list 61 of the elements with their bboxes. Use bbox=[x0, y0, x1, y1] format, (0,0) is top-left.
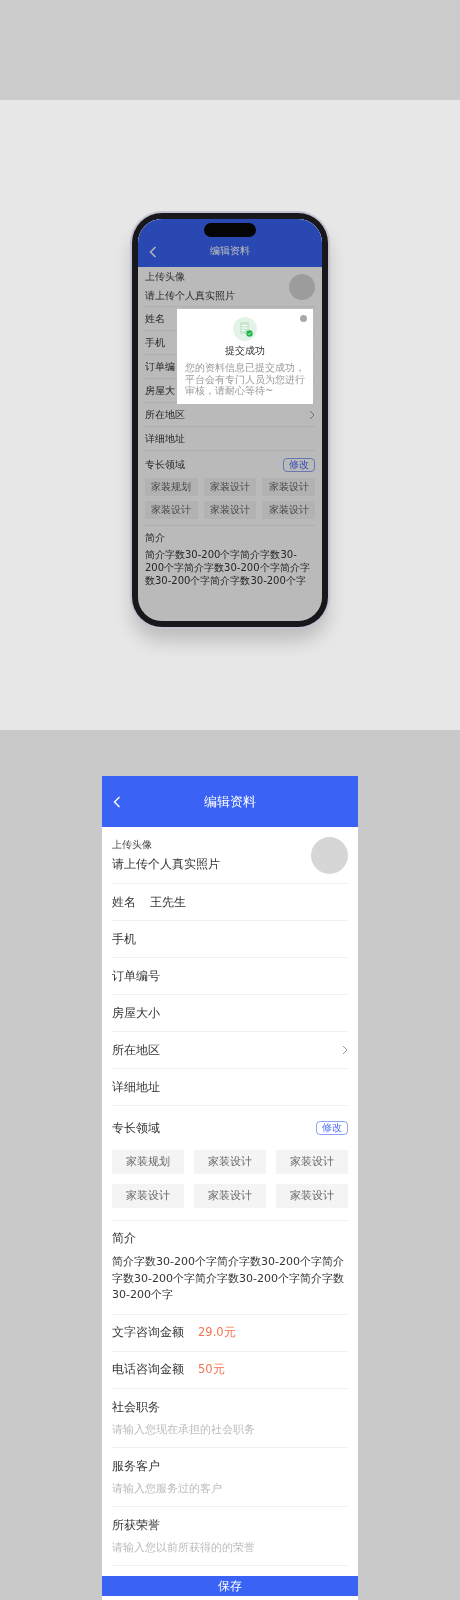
field-label: 请上传个人真实照片 bbox=[145, 289, 235, 303]
field-value: 王先生 bbox=[150, 894, 186, 910]
screen-title: 编辑资料 bbox=[210, 244, 250, 258]
intro-text: 简介字数30-200个字简介字数30-200个字简介字数30-200个字简介字数30-200个字简介字数30-200个字 bbox=[145, 549, 311, 588]
field-caption: 上传头像 bbox=[112, 838, 153, 852]
field-caption: 上传头像 bbox=[145, 270, 186, 284]
intro-text: 简介字数30-200个字简介字数30-200个字简介字数30-200个字简介字数30-200个字简介字数30-200个字 bbox=[112, 1254, 345, 1303]
save-button[interactable]: 保存 bbox=[102, 1575, 358, 1596]
price-value: 29.0元 bbox=[198, 1325, 236, 1340]
avatar-placeholder[interactable] bbox=[289, 273, 315, 300]
edit-button[interactable]: 修改 bbox=[316, 1121, 348, 1135]
specialty-tag[interactable]: 家装设计 bbox=[203, 501, 257, 519]
edit-button[interactable]: 修改 bbox=[283, 458, 315, 472]
specialty-tag[interactable]: 家装设计 bbox=[194, 1150, 266, 1174]
field-label: 简介 bbox=[145, 531, 166, 545]
specialty-tag[interactable]: 家装设计 bbox=[194, 1184, 266, 1208]
field-label: 详细地址 bbox=[112, 1079, 160, 1095]
field-label: 详细地址 bbox=[145, 431, 185, 446]
specialty-tag[interactable]: 家装规划 bbox=[145, 478, 198, 496]
field-label: 所在地区 bbox=[145, 407, 186, 422]
field-label: 所获荣誉 bbox=[112, 1517, 161, 1533]
field-label: 订单编号 bbox=[112, 968, 160, 984]
input-field[interactable]: 请输入您以前所获得的的荣誉 bbox=[112, 1540, 348, 1553]
field-label: 订单编 bbox=[145, 359, 175, 374]
input-field[interactable]: 请输入您现在承担的社会职务 bbox=[112, 1422, 348, 1435]
specialty-tag[interactable]: 家装设计 bbox=[276, 1184, 348, 1208]
field-label: 房屋大 bbox=[145, 383, 175, 398]
field-label: 请上传个人真实照片 bbox=[112, 857, 220, 872]
specialty-tag[interactable]: 家装规划 bbox=[112, 1150, 184, 1174]
screen-title: 编辑资料 bbox=[204, 792, 256, 811]
field-label: 房屋大小 bbox=[112, 1005, 160, 1021]
chevron-right-icon[interactable] bbox=[342, 1045, 348, 1055]
camera-notch bbox=[204, 223, 256, 237]
field-label: 所在地区 bbox=[112, 1042, 161, 1058]
specialty-tag[interactable]: 家装设计 bbox=[262, 501, 315, 519]
field-label: 文字咨询金额 bbox=[112, 1325, 184, 1340]
input-field[interactable]: 请输入您服务过的客户 bbox=[112, 1481, 348, 1494]
specialty-tag[interactable]: 家装设计 bbox=[262, 478, 315, 496]
field-label: 手机 bbox=[145, 335, 165, 350]
field-label: 简介 bbox=[112, 1231, 137, 1246]
chevron-right-icon[interactable] bbox=[309, 409, 315, 420]
specialty-tag[interactable]: 家装设计 bbox=[145, 501, 198, 519]
specialty-tag[interactable]: 家装设计 bbox=[112, 1184, 184, 1208]
dialog-title: 提交成功 bbox=[225, 344, 265, 358]
field-label: 姓名 bbox=[145, 311, 165, 326]
field-label: 专长领域 bbox=[145, 458, 185, 472]
back-icon[interactable] bbox=[113, 795, 121, 808]
field-label: 手机 bbox=[112, 931, 136, 947]
specialty-tag[interactable]: 家装设计 bbox=[276, 1150, 348, 1174]
field-label: 姓名 bbox=[112, 894, 136, 910]
document-check-icon bbox=[233, 317, 257, 341]
field-label: 服务客户 bbox=[112, 1458, 161, 1474]
close-icon[interactable] bbox=[300, 315, 307, 322]
specialty-tag[interactable]: 家装设计 bbox=[203, 478, 257, 496]
field-label: 专长领域 bbox=[112, 1120, 160, 1136]
field-label: 社会职务 bbox=[112, 1399, 161, 1415]
back-icon[interactable] bbox=[149, 246, 157, 258]
price-value: 50元 bbox=[198, 1362, 225, 1377]
avatar-placeholder[interactable] bbox=[311, 836, 348, 874]
dialog-message: 您的资料信息已提交成功，平台会有专门人员为您进行审核，请耐心等待~ bbox=[185, 362, 305, 397]
field-label: 电话咨询金额 bbox=[112, 1362, 184, 1377]
